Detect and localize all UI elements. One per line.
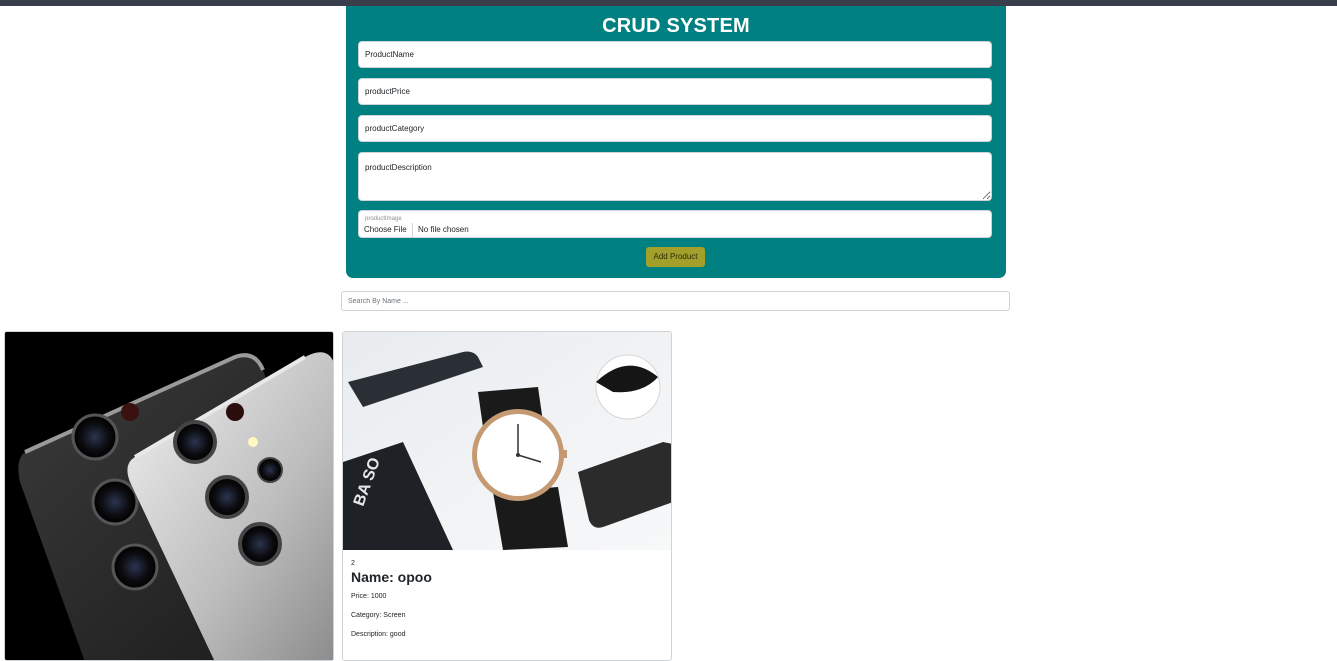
product-category-input[interactable] bbox=[358, 115, 992, 142]
product-card-body: 2 Name: opoo Price: 1000 Category: Scree… bbox=[351, 560, 663, 650]
product-image-file-input[interactable]: productImage Choose File No file chosen bbox=[358, 210, 992, 238]
choose-file-button[interactable]: Choose File bbox=[359, 223, 413, 238]
product-image-label: productImage bbox=[365, 216, 402, 222]
add-product-button[interactable]: Add Product bbox=[646, 247, 705, 267]
product-card bbox=[4, 331, 334, 661]
no-file-chosen-text: No file chosen bbox=[418, 225, 469, 234]
product-price: Price: 1000 bbox=[351, 593, 387, 600]
product-description-textarea[interactable] bbox=[358, 152, 992, 201]
product-name-input[interactable] bbox=[358, 41, 992, 68]
phone-cameras-photo bbox=[5, 332, 333, 660]
watch-photo: BA SO bbox=[343, 332, 671, 550]
search-by-name-input[interactable] bbox=[341, 291, 1010, 311]
product-category: Category: Screen bbox=[351, 612, 406, 619]
product-name: Name: opoo bbox=[351, 569, 432, 585]
product-form-panel: CRUD SYSTEM productImage Choose File No … bbox=[346, 6, 1006, 278]
product-card: BA SO 2 Name: opoo Price: 1000 Category:… bbox=[342, 331, 672, 661]
product-description: Description: good bbox=[351, 631, 406, 638]
page-title: CRUD SYSTEM bbox=[602, 15, 750, 37]
product-price-input[interactable] bbox=[358, 78, 992, 105]
product-id: 2 bbox=[351, 560, 355, 567]
